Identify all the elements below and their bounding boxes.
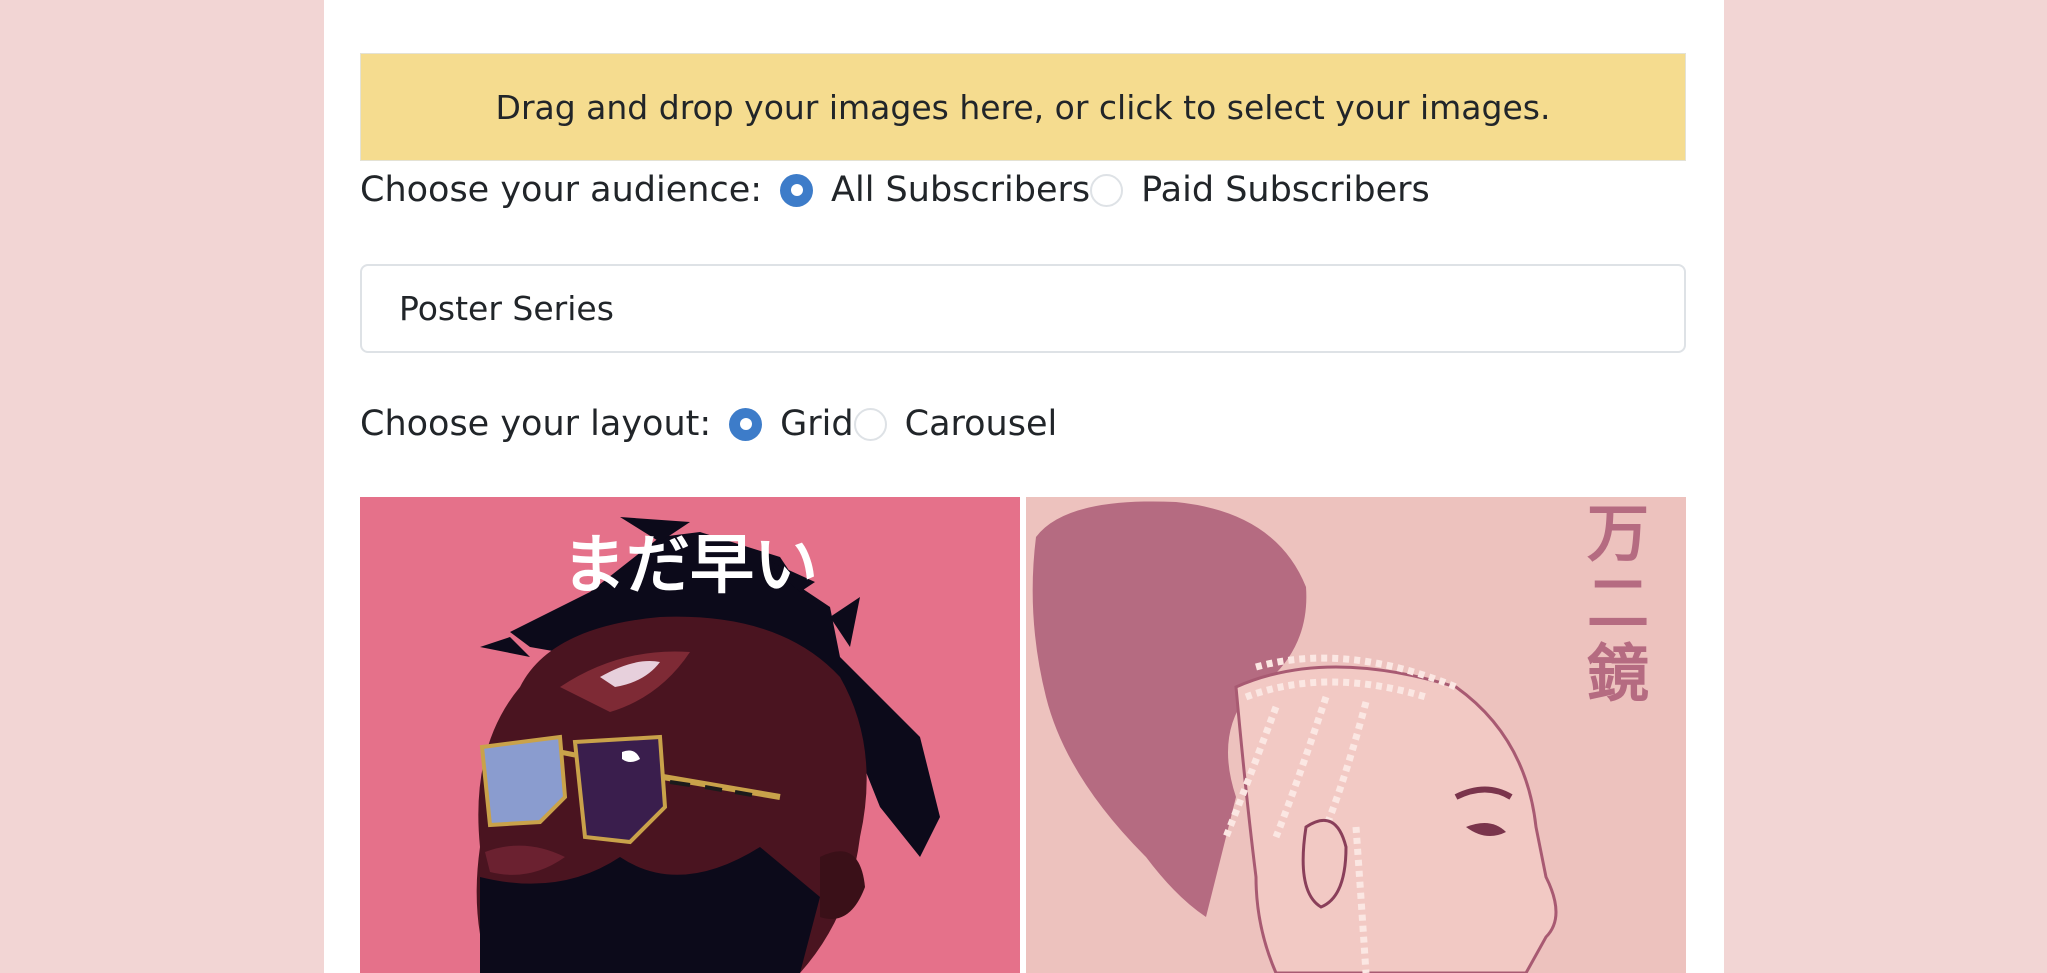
layout-option-grid-label: Grid <box>780 404 854 444</box>
audience-label: Choose your audience: <box>360 170 763 210</box>
gallery-image-2[interactable]: 万 二 鏡 <box>1026 497 1686 973</box>
poster-man-caption: まだ早い <box>562 529 818 603</box>
poster-woman-caption-1: 万 <box>1587 497 1649 570</box>
poster-woman-braids-image: 万 二 鏡 <box>1026 497 1686 973</box>
gallery-image-1[interactable]: まだ早い <box>360 497 1020 973</box>
layout-option-carousel[interactable]: Carousel <box>853 404 1058 444</box>
layout-option-carousel-label: Carousel <box>904 404 1058 444</box>
poster-woman-caption-3: 鏡 <box>1587 637 1649 710</box>
radio-unchecked-icon[interactable] <box>1090 173 1124 207</box>
post-title-input[interactable] <box>360 264 1686 353</box>
layout-label: Choose your layout: <box>360 404 712 444</box>
dropzone-text: Drag and drop your images here, or click… <box>495 87 1551 127</box>
radio-checked-icon[interactable] <box>729 407 763 441</box>
audience-option-all-label: All Subscribers <box>831 170 1091 210</box>
audience-option-paid-label: Paid Subscribers <box>1141 170 1430 210</box>
image-grid: まだ早い 万 二 鏡 <box>360 497 1686 973</box>
upload-form-panel: Drag and drop your images here, or click… <box>324 0 1724 973</box>
radio-unchecked-icon[interactable] <box>853 407 887 441</box>
poster-man-sunglasses-image: まだ早い <box>360 497 1020 973</box>
audience-option-all[interactable]: All Subscribers <box>780 170 1090 210</box>
audience-option-paid[interactable]: Paid Subscribers <box>1090 170 1430 210</box>
layout-selector: Choose your layout: Grid Carousel <box>360 404 1057 444</box>
image-dropzone[interactable]: Drag and drop your images here, or click… <box>360 53 1686 161</box>
layout-option-grid[interactable]: Grid <box>729 404 854 444</box>
audience-selector: Choose your audience: All Subscribers Pa… <box>360 170 1430 210</box>
poster-woman-caption-2: 二 <box>1587 567 1649 640</box>
radio-checked-icon[interactable] <box>780 173 814 207</box>
